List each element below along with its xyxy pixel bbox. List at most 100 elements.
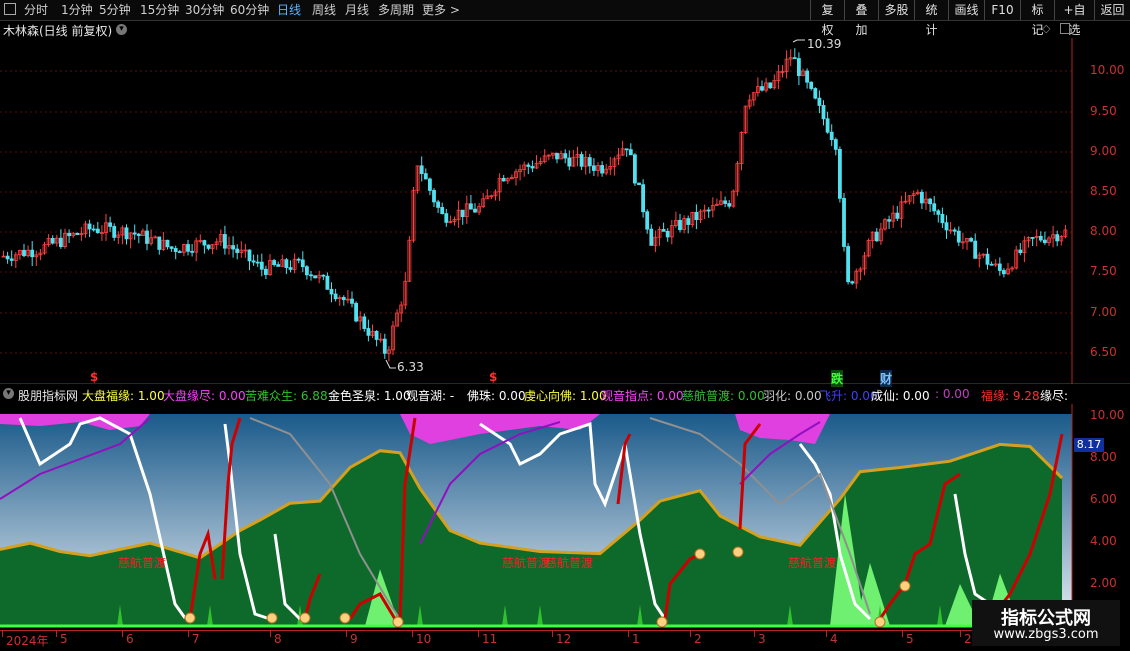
tab-1min[interactable]: 1分钟: [61, 2, 93, 18]
tab-15min[interactable]: 15分钟: [140, 2, 179, 18]
indicator-annotation: 慈航普渡: [545, 555, 593, 570]
candle-body: [706, 209, 711, 212]
indicator-tick-label: 6.00: [1090, 492, 1117, 506]
watermark-url: www.zbgs3.com: [993, 627, 1099, 642]
chevron-down-icon[interactable]: ▾: [3, 388, 14, 399]
chevron-down-icon[interactable]: ▾: [116, 24, 127, 35]
stats-button[interactable]: 统计: [914, 0, 948, 37]
fuquan-button[interactable]: 复权: [810, 0, 844, 37]
time-tick: [628, 631, 629, 637]
candle-body: [157, 236, 162, 250]
time-tick: [188, 631, 189, 637]
f10-button[interactable]: F10: [984, 0, 1020, 20]
indicator-legend-item: 福缘: 9.28: [981, 389, 1040, 403]
candle-body: [637, 182, 641, 186]
indicator-legend-item: 飞升: 0.00: [819, 389, 878, 403]
mark-button[interactable]: 标记: [1020, 0, 1054, 37]
candle-body: [247, 249, 252, 262]
tab-daily[interactable]: 日线: [277, 2, 301, 18]
candle-body: [661, 229, 666, 232]
time-tick: [346, 631, 347, 637]
hand-pointer-icon: [656, 616, 668, 628]
indicator-legend-item: 慈航普渡: 0.00: [682, 389, 765, 403]
time-tick: [122, 631, 123, 637]
indicator-legend-item: 羽化: 0.00: [763, 389, 822, 403]
indicator-tick-label: 2.00: [1090, 576, 1117, 590]
diamond-icon[interactable]: ◇: [1042, 22, 1050, 35]
time-tick-label: 7: [192, 632, 200, 646]
candle-body: [350, 298, 354, 304]
candle-body: [838, 148, 842, 199]
candle-body: [936, 210, 941, 215]
time-tick: [754, 631, 755, 637]
signal-marker: $: [489, 370, 498, 384]
candle-body: [444, 213, 449, 223]
tab-more[interactable]: 更多 >: [422, 2, 460, 18]
candle-body: [944, 222, 949, 231]
candle-body: [145, 230, 149, 244]
indicator-tick-label: 10.00: [1090, 408, 1125, 422]
hand-pointer-icon: [184, 612, 196, 624]
add-watchlist-button[interactable]: +自选: [1054, 0, 1094, 37]
candle-body: [9, 258, 14, 261]
candle-body: [678, 219, 682, 231]
tab-60min[interactable]: 60分钟: [230, 2, 269, 18]
candle-body: [329, 288, 334, 295]
candle-body: [649, 228, 654, 246]
tab-weekly[interactable]: 周线: [312, 2, 336, 18]
hand-pointer-icon: [694, 548, 706, 560]
hand-pointer-icon: [732, 546, 744, 558]
indicator-chart[interactable]: 慈航普渡 慈航普渡慈航普渡 慈航普渡: [0, 404, 1130, 630]
candle-body: [686, 218, 691, 225]
time-tick: [270, 631, 271, 637]
price-tick-label: 8.00: [1090, 224, 1117, 238]
tab-monthly[interactable]: 月线: [345, 2, 369, 18]
price-tick-label: 7.50: [1090, 264, 1117, 278]
candle-body: [165, 239, 170, 248]
back-button[interactable]: 返回: [1094, 0, 1130, 20]
candle-body: [136, 233, 141, 236]
candle-body: [985, 253, 990, 265]
candle-body: [587, 157, 592, 167]
candle-body: [95, 228, 100, 234]
time-tick: [826, 631, 827, 637]
candle-body: [928, 198, 932, 205]
hand-pointer-icon: [299, 612, 311, 624]
candle-body: [1030, 237, 1035, 239]
window-icon[interactable]: [4, 3, 16, 15]
draw-line-button[interactable]: 画线: [948, 0, 984, 20]
candle-body: [284, 259, 289, 268]
price-tick-label: 8.50: [1090, 184, 1117, 198]
candle-body: [67, 232, 71, 237]
price-tick-label: 7.00: [1090, 305, 1117, 319]
candle-body: [821, 105, 826, 120]
candle-body: [419, 165, 424, 175]
candle-body: [760, 86, 764, 91]
candle-body: [436, 201, 441, 208]
tab-fenshi[interactable]: 分时: [24, 2, 48, 18]
panel-toggle-icon[interactable]: [1060, 23, 1070, 34]
candle-body: [956, 230, 961, 243]
candle-body: [952, 229, 957, 232]
candlestick-chart[interactable]: 10.39 6.33: [0, 38, 1130, 384]
candle-body: [842, 197, 846, 247]
candle-body: [1038, 235, 1043, 241]
tab-multi-period[interactable]: 多周期: [378, 2, 414, 18]
candle-body: [969, 238, 973, 242]
tab-5min[interactable]: 5分钟: [99, 2, 131, 18]
indicator-legend-item: 大盘缘尽: 0.00: [163, 389, 246, 403]
tab-30min[interactable]: 30分钟: [185, 2, 224, 18]
multi-stock-button[interactable]: 多股: [878, 0, 914, 20]
indicator-annotation: 慈航普渡: [788, 555, 836, 570]
candle-body: [59, 237, 63, 248]
overlay-button[interactable]: 叠加: [844, 0, 878, 37]
time-tick: [478, 631, 479, 637]
candle-body: [321, 274, 326, 277]
price-tick-label: 6.50: [1090, 345, 1117, 359]
current-value-badge: 8.17: [1074, 438, 1104, 452]
candle-body: [1043, 239, 1047, 244]
candle-body: [276, 264, 281, 267]
candle-body: [530, 166, 535, 169]
period-toolbar: 分时 1分钟 5分钟 15分钟 30分钟 60分钟 日线 周线 月线 多周期 更…: [0, 0, 1130, 37]
candle-body: [797, 58, 801, 77]
